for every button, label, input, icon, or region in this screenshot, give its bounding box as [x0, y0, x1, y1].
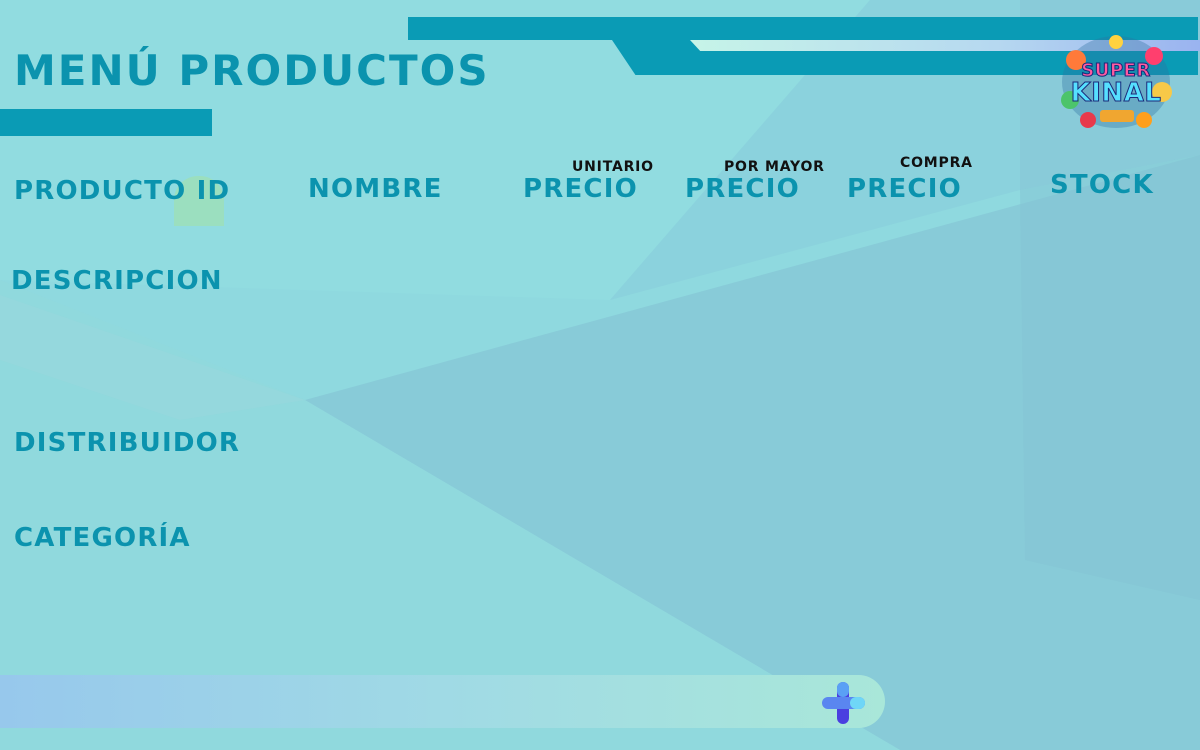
page-title: Menú productos — [14, 46, 490, 95]
precio-mayor-sublabel: Por mayor — [724, 159, 825, 175]
logo-text-kinal: KINAL — [1070, 78, 1162, 109]
precio-unitario-label: Precio — [523, 174, 638, 204]
descripcion-label: Descripcion — [11, 266, 223, 296]
precio-unitario-sublabel: Unitario — [572, 159, 654, 175]
precio-mayor-label: Precio — [685, 174, 800, 204]
precio-compra-sublabel: Compra — [900, 155, 973, 171]
producto-id-label: Producto ID — [14, 176, 231, 206]
distribuidor-label: Distribuidor — [14, 428, 241, 458]
bottom-action-bar — [0, 675, 885, 728]
stock-label: Stock — [1050, 170, 1154, 200]
categoria-label: Categoría — [14, 523, 191, 553]
nombre-label: Nombre — [308, 174, 443, 204]
add-product-button[interactable] — [820, 680, 868, 726]
precio-compra-label: Precio — [847, 174, 962, 204]
super-kinal-logo: SUPER KINAL — [1058, 30, 1174, 132]
title-underline-bar — [0, 109, 212, 136]
plus-icon — [822, 682, 865, 724]
